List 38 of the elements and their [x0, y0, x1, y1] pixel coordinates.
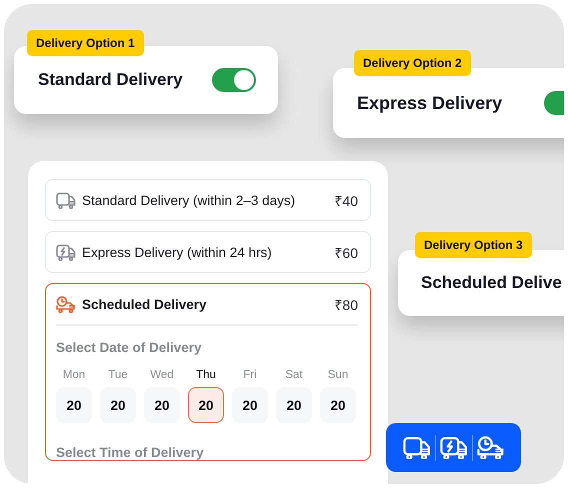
delivery-option[interactable]: Express Delivery (within 24 hrs) ₹60: [45, 231, 371, 273]
clock-truck-icon: [56, 296, 76, 312]
option-badge: Delivery Option 1: [27, 30, 144, 56]
toggle-switch[interactable]: [212, 68, 256, 92]
option-price: ₹40: [334, 192, 358, 210]
date-heading: Select Date of Delivery: [56, 340, 203, 355]
weekday-label: Fri: [243, 369, 257, 381]
option-price: ₹60: [334, 244, 358, 262]
option-price: ₹80: [334, 296, 358, 314]
truck-icon[interactable]: [402, 436, 430, 460]
option-label: Express Delivery (within 24 hrs): [82, 244, 272, 260]
weekday-label: Thu: [196, 369, 216, 381]
date-button[interactable]: 20: [100, 387, 136, 423]
option-badge: Delivery Option 2: [354, 50, 471, 76]
lightning-truck-icon: [56, 244, 76, 260]
weekday-label: Tue: [108, 369, 128, 381]
weekday-label: Mon: [62, 369, 86, 381]
option-title: Scheduled Delive: [421, 273, 562, 293]
weekday-label: Sun: [328, 369, 348, 381]
option-badge: Delivery Option 3: [415, 232, 532, 258]
lightning-truck-icon[interactable]: [440, 436, 468, 460]
date-button[interactable]: 20: [320, 387, 356, 423]
weekday-label: Sat: [285, 369, 303, 381]
date-button[interactable]: 20: [188, 387, 224, 423]
delivery-option[interactable]: Scheduled Delivery ₹80 Select Date of Delivery Mon 20 Tue 20 Wed 20 Thu 20 Fri 20 Sat 20 Sun 20 Select Time of Delivery: [45, 283, 371, 461]
date-button[interactable]: 20: [232, 387, 268, 423]
option-title: Standard Delivery: [38, 70, 183, 90]
truck-icon: [56, 192, 76, 208]
date-button[interactable]: 20: [56, 387, 92, 423]
option-label: Scheduled Delivery: [82, 296, 207, 312]
date-button[interactable]: 20: [144, 387, 180, 423]
weekday-label: Wed: [150, 369, 174, 381]
clock-truck-icon[interactable]: [476, 436, 504, 460]
time-heading: Select Time of Delivery: [56, 445, 205, 460]
option-label: Standard Delivery (within 2–3 days): [82, 192, 296, 208]
delivery-option[interactable]: Standard Delivery (within 2–3 days) ₹40: [45, 179, 371, 221]
date-button[interactable]: 20: [276, 387, 312, 423]
option-title: Express Delivery: [357, 92, 502, 114]
